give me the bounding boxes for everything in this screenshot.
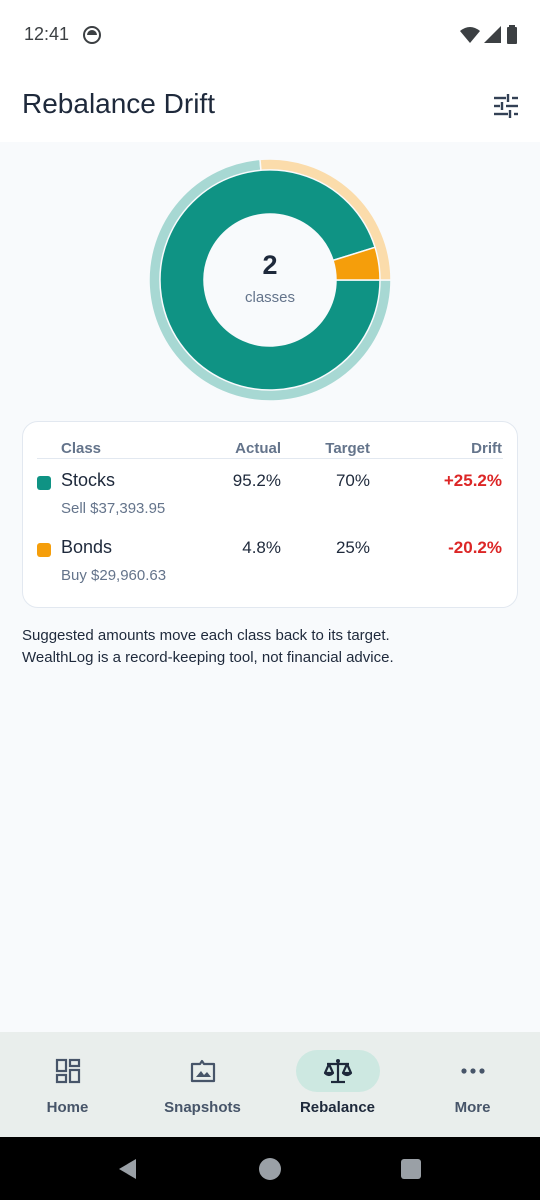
nav-home[interactable]: Home [0,1032,135,1137]
class-name: Stocks [61,470,116,490]
nav-rebalance-label: Rebalance [299,1099,376,1116]
system-navigation-bar [0,1137,540,1200]
system-home-icon[interactable] [258,1157,282,1181]
header-drift: Drift [471,440,502,457]
table-row-bonds: Bonds Buy $29,960.63 4.8% 25% -20.2% [23,537,517,597]
sync-status-icon [83,26,101,44]
status-time: 12:41 [24,24,70,44]
more-horizontal-icon [461,1068,485,1074]
drift-table-card: Class Actual Target Drift Stocks Sell $3… [22,421,518,608]
drift-value: +25.2% [443,471,502,490]
app-bar: Rebalance Drift [0,70,540,142]
photo-album-icon [190,1059,216,1083]
stocks-color-swatch [37,476,51,490]
nav-rebalance-indicator [296,1050,380,1092]
suggested-amount: Sell $37,393.95 [61,500,166,517]
header-divider [37,458,503,459]
header-class: Class [61,440,102,457]
bonds-color-swatch [37,543,51,557]
nav-snapshots[interactable]: Snapshots [135,1032,270,1137]
drift-value: -20.2% [448,538,502,557]
note-line-1: Suggested amounts move each class back t… [22,627,390,644]
note-line-2: WealthLog is a record-keeping tool, not … [22,649,394,666]
dashboard-icon [55,1058,81,1084]
nav-more-indicator [431,1050,515,1092]
nav-more[interactable]: More [405,1032,540,1137]
nav-home-indicator [26,1050,110,1092]
tune-icon [494,94,518,118]
actual-value: 95.2% [232,471,281,490]
wifi-icon [460,27,480,43]
status-bar: 12:41 [0,0,540,70]
system-back-icon[interactable] [116,1157,140,1181]
nav-snapshots-indicator [161,1050,245,1092]
nav-home-label: Home [46,1099,89,1116]
disclaimer-note: Suggested amounts move each class back t… [22,625,522,669]
target-value: 70% [335,471,370,490]
suggested-amount: Buy $29,960.63 [61,567,167,584]
target-value: 25% [335,538,370,557]
class-count: 2 [262,250,278,280]
table-row-stocks: Stocks Sell $37,393.95 95.2% 70% +25.2% [23,470,517,530]
battery-icon [507,25,517,44]
class-name: Bonds [61,537,113,557]
page-title: Rebalance Drift [22,88,215,119]
donut-center: 2 classes [148,250,392,306]
nav-rebalance[interactable]: Rebalance [270,1032,405,1137]
bottom-navigation: Home Snapshots Rebalance More [0,1032,540,1137]
system-recents-icon[interactable] [399,1157,423,1181]
nav-more-label: More [454,1099,491,1116]
class-count-label: classes [244,289,296,306]
header-target: Target [325,440,370,457]
cell-signal-icon [484,26,501,43]
filter-settings-button[interactable] [488,88,524,124]
balance-scale-icon [323,1059,353,1084]
actual-value: 4.8% [242,538,281,557]
header-actual: Actual [235,440,281,457]
nav-snapshots-label: Snapshots [164,1099,241,1116]
